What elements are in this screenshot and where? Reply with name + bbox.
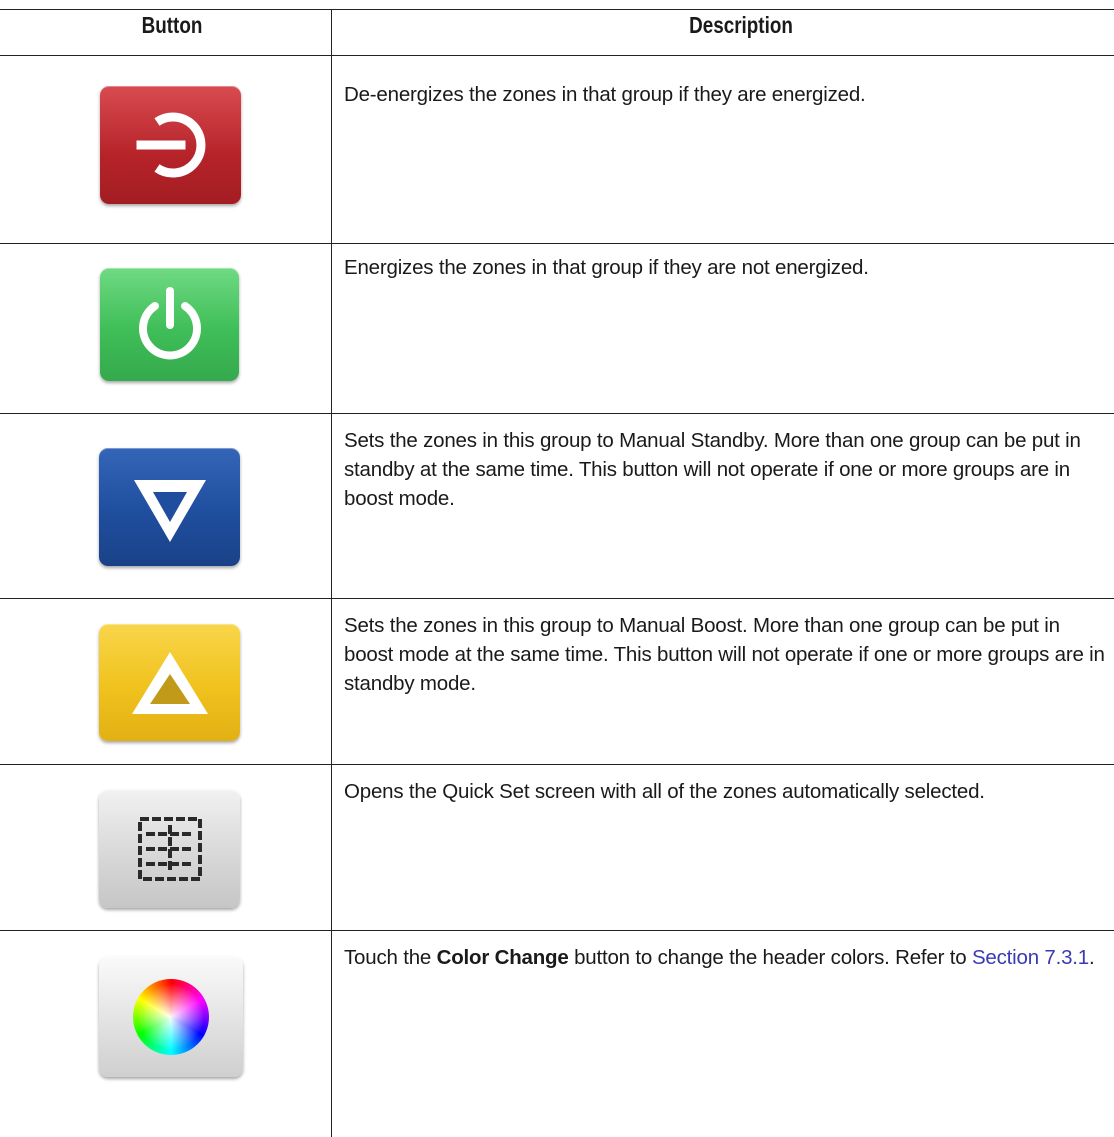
standby-icon (133, 480, 206, 542)
description-text: Touch the (344, 946, 437, 969)
color-wheel-icon (133, 979, 209, 1055)
row-divider (0, 243, 1114, 244)
column-divider (331, 9, 332, 1137)
row-divider (0, 598, 1114, 599)
power-on-icon (138, 287, 201, 360)
boost-button (99, 624, 240, 741)
row-description: Energizes the zones in that group if the… (344, 256, 869, 279)
quick-set-icon (137, 817, 202, 881)
column-header-description: Description (689, 12, 793, 38)
power-off-icon (136, 112, 205, 178)
section-link[interactable]: Section 7.3.1 (972, 946, 1089, 969)
power-off-button (100, 86, 241, 204)
boost-icon (131, 651, 208, 714)
column-header-button: Button (141, 12, 203, 38)
row-description: Opens the Quick Set screen with all of t… (344, 780, 985, 803)
row-divider (0, 413, 1114, 414)
color-change-button (99, 957, 243, 1077)
table-top-rule (0, 9, 1114, 10)
row-divider (0, 764, 1114, 765)
description-text: . (1089, 946, 1095, 969)
power-on-button (100, 268, 239, 381)
row-divider (0, 930, 1114, 931)
row-description: Touch the Color Change button to change … (344, 943, 1114, 972)
color-change-term: Color Change (436, 946, 569, 969)
row-description: Sets the zones in this group to Manual B… (344, 614, 1105, 695)
quick-set-button (99, 790, 240, 908)
description-text: button to change the header colors. Refe… (568, 946, 972, 969)
header-bottom-rule (0, 55, 1114, 56)
row-description: De-energizes the zones in that group if … (344, 83, 866, 106)
standby-button (99, 448, 240, 566)
row-description: Sets the zones in this group to Manual S… (344, 429, 1081, 510)
